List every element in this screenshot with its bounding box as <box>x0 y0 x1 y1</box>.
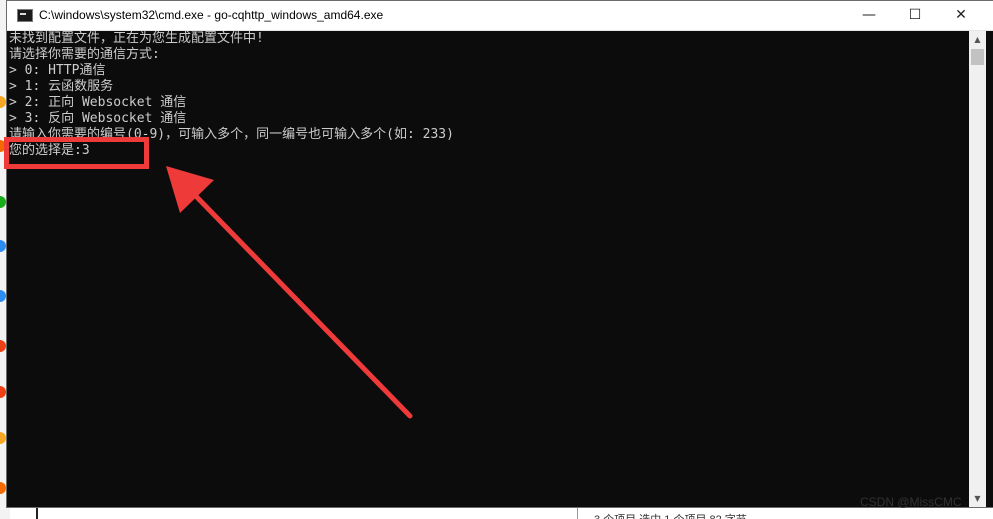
maximize-button[interactable]: ☐ <box>892 1 938 30</box>
title-bar[interactable]: C:\windows\system32\cmd.exe - go-cqhttp_… <box>7 1 993 31</box>
terminal-line: 请输入你需要的编号(0-9)，可输入多个，同一编号也可输入多个(如: 233) <box>9 127 454 142</box>
background-status-text: 3 个项目 选中 1 个项目 82 字节 <box>594 511 747 519</box>
desktop: 3 个项目 选中 1 个项目 82 字节 C:\windows\system32… <box>0 0 993 519</box>
terminal-line: > 1: 云函数服务 <box>9 79 114 94</box>
watermark: CSDN @MissCMC <box>860 495 962 509</box>
scroll-down-icon[interactable]: ▼ <box>969 490 986 507</box>
terminal-line: > 3: 反向 Websocket 通信 <box>9 111 187 126</box>
terminal-line: 未找到配置文件，正在为您生成配置文件中! <box>9 31 264 46</box>
scroll-up-icon[interactable]: ▲ <box>969 31 986 48</box>
cmd-icon[interactable] <box>17 9 33 22</box>
terminal-output[interactable]: 未找到配置文件，正在为您生成配置文件中! 请选择你需要的通信方式: > 0: H… <box>9 31 967 507</box>
terminal-line: 请选择你需要的通信方式: <box>9 47 160 62</box>
terminal-line: > 0: HTTP通信 <box>9 63 106 78</box>
annotation-highlight-box <box>4 137 149 169</box>
close-button[interactable]: ✕ <box>938 1 984 30</box>
terminal-line: > 2: 正向 Websocket 通信 <box>9 95 187 110</box>
terminal-input-line[interactable]: 您的选择是:3 <box>9 143 967 159</box>
console-window[interactable]: C:\windows\system32\cmd.exe - go-cqhttp_… <box>6 0 993 508</box>
window-title: C:\windows\system32\cmd.exe - go-cqhttp_… <box>39 8 384 22</box>
minimize-button[interactable]: — <box>846 1 892 30</box>
vertical-scrollbar[interactable]: ▲ ▼ <box>969 31 986 507</box>
scroll-thumb[interactable] <box>971 49 984 65</box>
